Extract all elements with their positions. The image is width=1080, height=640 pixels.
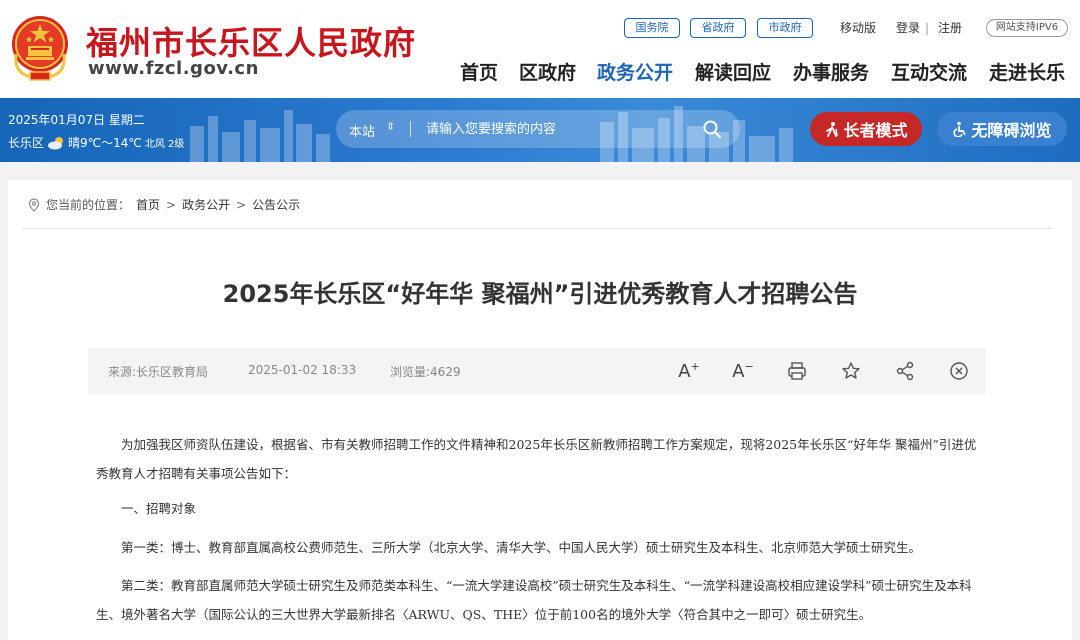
nav-interpretation[interactable]: 解读回应 (695, 58, 771, 85)
login-link[interactable]: 登录 (896, 19, 920, 37)
search-scope-select[interactable]: 本站 (349, 121, 375, 140)
weather-temp: 晴9℃～14℃ (68, 136, 142, 150)
article-views: 浏览量:4629 (390, 365, 461, 379)
font-increase-icon[interactable]: A+ (678, 360, 700, 382)
nav-home[interactable]: 首页 (460, 58, 498, 85)
site-url: www.fzcl.gov.cn (88, 58, 259, 79)
font-decrease-icon[interactable]: A− (732, 360, 754, 382)
nav-about-changle[interactable]: 走进长乐 (989, 58, 1065, 85)
elder-mode-button[interactable]: 长者模式 (810, 112, 922, 146)
print-icon[interactable] (786, 360, 808, 382)
breadcrumb-separator: > (236, 197, 247, 212)
nav-district-gov[interactable]: 区政府 (519, 58, 576, 85)
article-info-bar: 来源:长乐区教育局 2025-01-02 18:33 浏览量:4629 A+ A… (88, 348, 986, 394)
weather-wind: 北风 2级 (144, 139, 185, 150)
share-icon[interactable] (894, 360, 916, 382)
breadcrumb-home[interactable]: 首页 (136, 196, 160, 213)
article-paragraph: 为加强我区师资队伍建设，根据省、市有关教师招聘工作的文件精神和2025年长乐区新… (96, 437, 977, 481)
article-paragraph: 一、招聘对象 (121, 501, 197, 516)
current-date: 2025年01月07日 星期二 (8, 113, 145, 127)
sort-arrows-icon: ⇕ (386, 120, 396, 133)
weather-location: 长乐区 (8, 136, 45, 150)
gov-link-city[interactable]: 市政府 (757, 18, 813, 38)
mobile-version-link[interactable]: 移动版 (840, 19, 876, 37)
search-icon[interactable] (702, 119, 722, 139)
article-title: 2025年长乐区“好年华 聚福州”引进优秀教育人才招聘公告 (222, 280, 858, 308)
register-link[interactable]: 注册 (938, 19, 962, 37)
search-bar: 本站 ⇕ (336, 110, 740, 148)
national-emblem-icon (12, 16, 68, 81)
close-icon[interactable] (948, 360, 970, 382)
star-favorite-icon[interactable] (840, 360, 862, 382)
accessibility-label: 无障碍浏览 (971, 121, 1052, 140)
location-pin-icon (28, 197, 40, 212)
search-divider (410, 121, 411, 137)
breadcrumb-prefix: 您当前的位置： (46, 198, 131, 212)
article-date: 2025-01-02 18:33 (248, 363, 357, 377)
wheelchair-icon (953, 121, 967, 137)
ipv6-badge: 网站支持IPV6 (986, 19, 1068, 37)
nav-gov-affairs[interactable]: 政务公开 (597, 58, 673, 85)
article-container: 您当前的位置： 首页 > 政务公开 > 公告公示 2025年长乐区“好年华 聚福… (8, 180, 1072, 640)
search-input[interactable] (426, 120, 676, 138)
breadcrumb-separator: > (166, 197, 177, 212)
breadcrumb-divider (22, 228, 1052, 229)
breadcrumb-notices[interactable]: 公告公示 (252, 196, 300, 213)
breadcrumb-gov-affairs[interactable]: 政务公开 (182, 196, 230, 213)
accessibility-button[interactable]: 无障碍浏览 (937, 112, 1067, 146)
top-separator: | (925, 21, 930, 35)
elder-mode-label: 长者模式 (843, 121, 908, 140)
weather-info: 长乐区 晴9℃～14℃ 北风 2级 (8, 134, 184, 151)
gov-link-province[interactable]: 省政府 (690, 18, 746, 38)
article-paragraph: 第一类：博士、教育部直属高校公费师范生、三所大学（北京大学、清华大学、中国人民大… (121, 540, 922, 555)
nav-interaction[interactable]: 互动交流 (891, 58, 967, 85)
site-header: 福州市长乐区人民政府 www.fzcl.gov.cn 国务院 省政府 市政府 移… (0, 0, 1080, 98)
article-paragraph: 第二类：教育部直属师范大学硕士研究生及师范类本科生、“一流大学建设高校”硕士研究… (96, 578, 972, 622)
nav-services[interactable]: 办事服务 (793, 58, 869, 85)
article-source: 来源:长乐区教育局 (108, 365, 209, 379)
elder-person-icon (826, 122, 839, 137)
gov-link-state-council[interactable]: 国务院 (624, 18, 680, 38)
cloud-sun-icon (48, 136, 64, 149)
breadcrumb: 您当前的位置： 首页 > 政务公开 > 公告公示 (28, 196, 300, 213)
